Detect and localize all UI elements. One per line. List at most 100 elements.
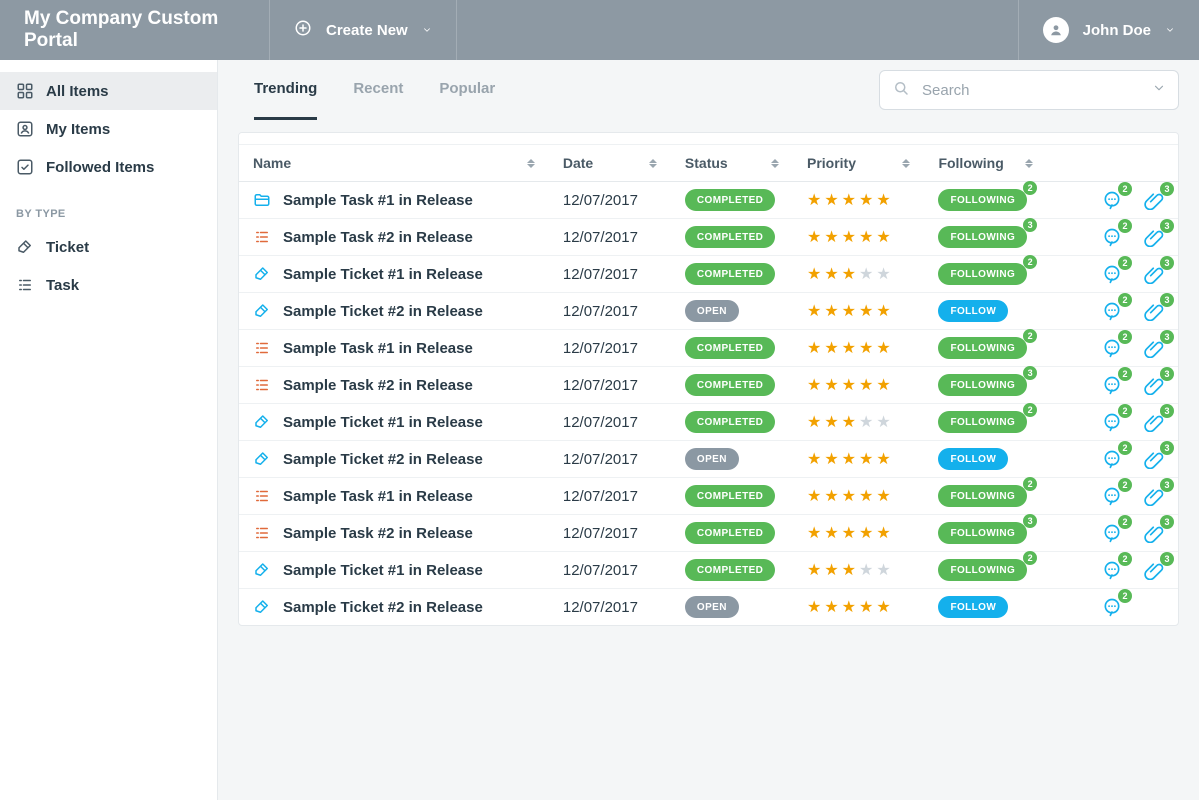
ticket-icon	[253, 265, 271, 283]
follow-button[interactable]: FOLLOW	[938, 300, 1008, 322]
comments-button[interactable]: 2	[1102, 486, 1122, 506]
plus-circle-icon	[294, 19, 312, 41]
table-row[interactable]: Sample Task #1 in Release 12/07/2017 COM…	[239, 478, 1178, 515]
star-icon: ★	[807, 304, 821, 320]
sidebar-type-ticket[interactable]: Ticket	[0, 228, 217, 266]
table-row[interactable]: Sample Task #2 in Release 12/07/2017 COM…	[239, 367, 1178, 404]
tab-trending[interactable]: Trending	[254, 60, 317, 120]
status-badge: COMPLETED	[685, 189, 775, 211]
follow-button[interactable]: FOLLOWING	[938, 485, 1027, 507]
search-box[interactable]	[879, 70, 1179, 110]
follow-button[interactable]: FOLLOWING	[938, 226, 1027, 248]
table-row[interactable]: Sample Ticket #1 in Release 12/07/2017 C…	[239, 404, 1178, 441]
follow-button[interactable]: FOLLOWING	[938, 374, 1027, 396]
table-row[interactable]: Sample Task #2 in Release 12/07/2017 COM…	[239, 515, 1178, 552]
comments-button[interactable]: 2	[1102, 597, 1122, 617]
search-input[interactable]	[920, 81, 1142, 100]
user-box-icon	[16, 120, 34, 138]
follow-button[interactable]: FOLLOWING	[938, 263, 1027, 285]
chevron-down-icon	[422, 22, 432, 39]
attachments-count-badge: 3	[1160, 552, 1174, 566]
follow-button[interactable]: FOLLOWING	[938, 559, 1027, 581]
item-date: 12/07/2017	[563, 525, 638, 542]
comments-button[interactable]: 2	[1102, 412, 1122, 432]
follow-button[interactable]: FOLLOW	[938, 596, 1008, 618]
attachments-button[interactable]: 3	[1144, 227, 1164, 247]
create-new-label: Create New	[326, 22, 408, 39]
sidebar-item-all-items[interactable]: All Items	[0, 72, 217, 110]
col-status[interactable]: Status	[671, 145, 793, 182]
create-new-button[interactable]: Create New	[270, 0, 457, 60]
sidebar-item-followed-items[interactable]: Followed Items	[0, 148, 217, 186]
comments-count-badge: 2	[1118, 441, 1132, 455]
chevron-down-icon[interactable]	[1152, 81, 1166, 100]
attachments-count-badge: 3	[1160, 515, 1174, 529]
col-priority[interactable]: Priority	[793, 145, 924, 182]
star-icon: ★	[842, 600, 856, 616]
attachments-button[interactable]: 3	[1144, 412, 1164, 432]
tabs: Trending Recent Popular	[238, 60, 495, 120]
comments-button[interactable]: 2	[1102, 227, 1122, 247]
comments-button[interactable]: 2	[1102, 338, 1122, 358]
attachments-button[interactable]: 3	[1144, 190, 1164, 210]
tab-recent[interactable]: Recent	[353, 60, 403, 120]
attachments-button[interactable]: 3	[1144, 301, 1164, 321]
attachments-button[interactable]: 3	[1144, 560, 1164, 580]
table-row[interactable]: Sample Ticket #2 in Release 12/07/2017 O…	[239, 589, 1178, 626]
comments-button[interactable]: 2	[1102, 449, 1122, 469]
chevron-down-icon	[1165, 22, 1175, 39]
status-badge: OPEN	[685, 300, 739, 322]
attachments-button[interactable]: 3	[1144, 264, 1164, 284]
table-row[interactable]: Sample Ticket #1 in Release 12/07/2017 C…	[239, 552, 1178, 589]
table-row[interactable]: Sample Ticket #1 in Release 12/07/2017 C…	[239, 256, 1178, 293]
comments-button[interactable]: 2	[1102, 301, 1122, 321]
tab-popular[interactable]: Popular	[439, 60, 495, 120]
star-icon: ★	[876, 193, 890, 209]
follow-button[interactable]: FOLLOWING	[938, 522, 1027, 544]
follow-button[interactable]: FOLLOWING	[938, 337, 1027, 359]
table-row[interactable]: Sample Ticket #2 in Release 12/07/2017 O…	[239, 441, 1178, 478]
attachments-button[interactable]: 3	[1144, 523, 1164, 543]
table-row[interactable]: Sample Task #2 in Release 12/07/2017 COM…	[239, 219, 1178, 256]
attachments-button[interactable]: 3	[1144, 375, 1164, 395]
star-icon: ★	[824, 526, 838, 542]
star-icon: ★	[876, 304, 890, 320]
attachments-button[interactable]: 3	[1144, 449, 1164, 469]
item-date: 12/07/2017	[563, 599, 638, 616]
comments-button[interactable]: 2	[1102, 375, 1122, 395]
comments-count-badge: 2	[1118, 515, 1132, 529]
col-date[interactable]: Date	[549, 145, 671, 182]
comments-button[interactable]: 2	[1102, 560, 1122, 580]
table-row[interactable]: Sample Task #1 in Release 12/07/2017 COM…	[239, 330, 1178, 367]
sort-icon	[771, 159, 779, 168]
comments-count-badge: 2	[1118, 256, 1132, 270]
col-label: Priority	[807, 155, 856, 171]
sidebar-type-task[interactable]: Task	[0, 266, 217, 304]
table-row[interactable]: Sample Ticket #2 in Release 12/07/2017 O…	[239, 293, 1178, 330]
user-menu[interactable]: John Doe	[1018, 0, 1199, 60]
col-following[interactable]: Following	[924, 145, 1046, 182]
follow-button[interactable]: FOLLOW	[938, 448, 1008, 470]
comments-button[interactable]: 2	[1102, 264, 1122, 284]
attachments-button[interactable]: 3	[1144, 338, 1164, 358]
topbar: My Company Custom Portal Create New John…	[0, 0, 1199, 60]
items-table: Name DateStatus Priority Following Sample T…	[239, 145, 1178, 625]
follow-count-badge: 2	[1023, 181, 1037, 195]
col-name[interactable]: Name	[239, 145, 549, 182]
status-badge: OPEN	[685, 448, 739, 470]
follow-button[interactable]: FOLLOWING	[938, 189, 1027, 211]
table-row[interactable]: Sample Task #1 in Release 12/07/2017 COM…	[239, 182, 1178, 219]
comments-button[interactable]: 2	[1102, 523, 1122, 543]
follow-button[interactable]: FOLLOWING	[938, 411, 1027, 433]
col-label: Name	[253, 155, 291, 171]
star-icon: ★	[876, 600, 890, 616]
brand-title: My Company Custom Portal	[0, 0, 270, 60]
attachments-button[interactable]: 3	[1144, 486, 1164, 506]
sidebar: All Items My Items Followed Items BY TYP…	[0, 60, 218, 800]
follow-count-badge: 2	[1023, 329, 1037, 343]
star-icon: ★	[876, 489, 890, 505]
sidebar-item-my-items[interactable]: My Items	[0, 110, 217, 148]
comments-count-badge: 2	[1118, 293, 1132, 307]
comments-button[interactable]: 2	[1102, 190, 1122, 210]
grid-icon	[16, 82, 34, 100]
